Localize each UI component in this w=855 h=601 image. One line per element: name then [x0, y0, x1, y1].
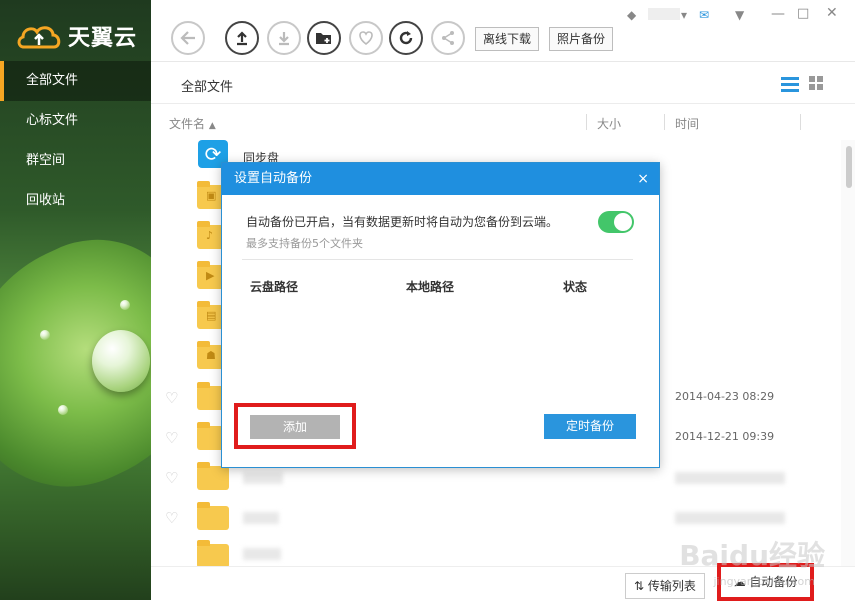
column-divider[interactable]	[586, 114, 587, 130]
diamond-icon[interactable]: ◆	[627, 8, 636, 22]
upload-icon	[237, 31, 247, 46]
app-logo: 天翼云	[16, 20, 137, 52]
mail-icon[interactable]: ✉	[699, 8, 709, 22]
add-button[interactable]: 添加	[250, 415, 340, 439]
column-size[interactable]: 大小	[597, 115, 621, 132]
column-name[interactable]: 文件名 ▲	[169, 115, 216, 132]
sort-asc-icon: ▲	[208, 121, 216, 131]
column-name-label: 文件名	[169, 117, 206, 131]
share-icon	[442, 31, 454, 45]
water-drop-decoration	[120, 300, 130, 310]
sidebar-item-starred-files[interactable]: 心标文件	[0, 101, 151, 141]
heart-icon[interactable]: ♡	[165, 510, 181, 526]
chevron-down-icon[interactable]: ▾	[681, 8, 687, 22]
download-button[interactable]	[267, 21, 301, 55]
file-time: 2014-04-23 08:29	[675, 390, 775, 403]
header-status: 状态	[563, 280, 588, 294]
blurred-file-time	[675, 512, 785, 524]
new-folder-button[interactable]	[307, 21, 341, 55]
toolbar: 离线下载 照片备份 ◆ ▾ ✉ ▼ — □ ✕	[151, 0, 855, 62]
close-window-icon[interactable]: ✕	[826, 5, 838, 21]
upload-button[interactable]	[225, 21, 259, 55]
blurred-file-name	[243, 512, 279, 524]
sidebar-item-group-space[interactable]: 群空间	[0, 141, 151, 181]
folder-icon	[197, 462, 229, 490]
sidebar-item-recycle-bin[interactable]: 回收站	[0, 181, 151, 221]
scrollbar-thumb[interactable]	[846, 146, 852, 188]
user-avatar[interactable]	[648, 8, 680, 20]
column-divider[interactable]	[800, 114, 801, 130]
favorite-button[interactable]	[349, 21, 383, 55]
sidebar-nav: 全部文件 心标文件 群空间 回收站	[0, 61, 151, 221]
divider	[242, 259, 633, 260]
blurred-file-time	[675, 472, 785, 484]
share-button[interactable]	[431, 21, 465, 55]
auto-backup-toggle[interactable]	[598, 211, 634, 233]
blurred-file-name	[243, 472, 283, 484]
logo-text: 天翼云	[68, 26, 138, 51]
column-divider[interactable]	[664, 114, 665, 130]
new-folder-icon	[316, 33, 331, 44]
list-view-icon[interactable]	[781, 76, 799, 92]
watermark: Baidu经验	[679, 539, 825, 572]
water-drop-decoration	[92, 330, 150, 392]
dialog-title-bar: 设置自动备份 ×	[222, 163, 659, 195]
grid-view-icon[interactable]	[809, 76, 823, 90]
cloud-logo-icon	[17, 26, 61, 49]
heart-icon[interactable]: ♡	[165, 430, 181, 446]
sidebar-item-all-files[interactable]: 全部文件	[0, 61, 151, 101]
transfer-list-button[interactable]: ⇅ 传输列表	[625, 573, 705, 599]
menu-down-icon[interactable]: ▼	[735, 8, 744, 22]
column-time[interactable]: 时间	[675, 115, 699, 132]
dialog-title: 设置自动备份	[234, 171, 313, 186]
close-icon[interactable]: ×	[637, 163, 649, 195]
scrollbar[interactable]	[841, 140, 855, 570]
refresh-button[interactable]	[389, 21, 423, 55]
dialog-note: 最多支持备份5个文件夹	[246, 237, 363, 250]
add-button-highlight: 添加	[234, 403, 356, 449]
water-drop-decoration	[40, 330, 50, 340]
minimize-icon[interactable]: —	[771, 6, 785, 22]
scheduled-backup-button[interactable]: 定时备份	[544, 414, 636, 439]
watermark-sub: jingyan.baidu.com	[713, 575, 815, 588]
download-icon	[279, 32, 289, 46]
maximize-icon[interactable]: □	[797, 6, 809, 21]
back-button[interactable]	[171, 21, 205, 55]
photo-backup-button[interactable]: 照片备份	[549, 27, 614, 51]
file-time: 2014-12-21 09:39	[675, 430, 775, 443]
blurred-file-name	[243, 548, 281, 560]
breadcrumb[interactable]: 全部文件	[181, 76, 233, 95]
offline-download-button[interactable]: 离线下载	[475, 27, 540, 51]
heart-icon[interactable]: ♡	[165, 390, 181, 406]
header-local-path: 本地路径	[406, 280, 455, 294]
column-headers: 文件名 ▲ 大小 时间	[151, 104, 855, 140]
sidebar: 天翼云 全部文件 心标文件 群空间 回收站	[0, 0, 151, 600]
header-cloud-path: 云盘路径	[250, 280, 299, 294]
breadcrumb-bar: 全部文件	[151, 62, 855, 104]
heart-icon[interactable]: ♡	[165, 470, 181, 486]
dialog-description: 自动备份已开启，当有数据更新时将自动为您备份到云端。	[246, 215, 559, 229]
folder-icon	[197, 502, 229, 530]
transfer-icon: ⇅	[634, 579, 645, 593]
refresh-icon	[399, 31, 413, 45]
transfer-list-label: 传输列表	[647, 579, 696, 593]
back-icon	[180, 31, 195, 45]
auto-backup-dialog: 设置自动备份 × 自动备份已开启，当有数据更新时将自动为您备份到云端。 最多支持…	[221, 162, 660, 468]
heart-icon	[359, 31, 373, 46]
folder-icon	[197, 540, 229, 568]
table-row[interactable]: ♡	[151, 498, 841, 538]
water-drop-decoration	[58, 405, 68, 415]
